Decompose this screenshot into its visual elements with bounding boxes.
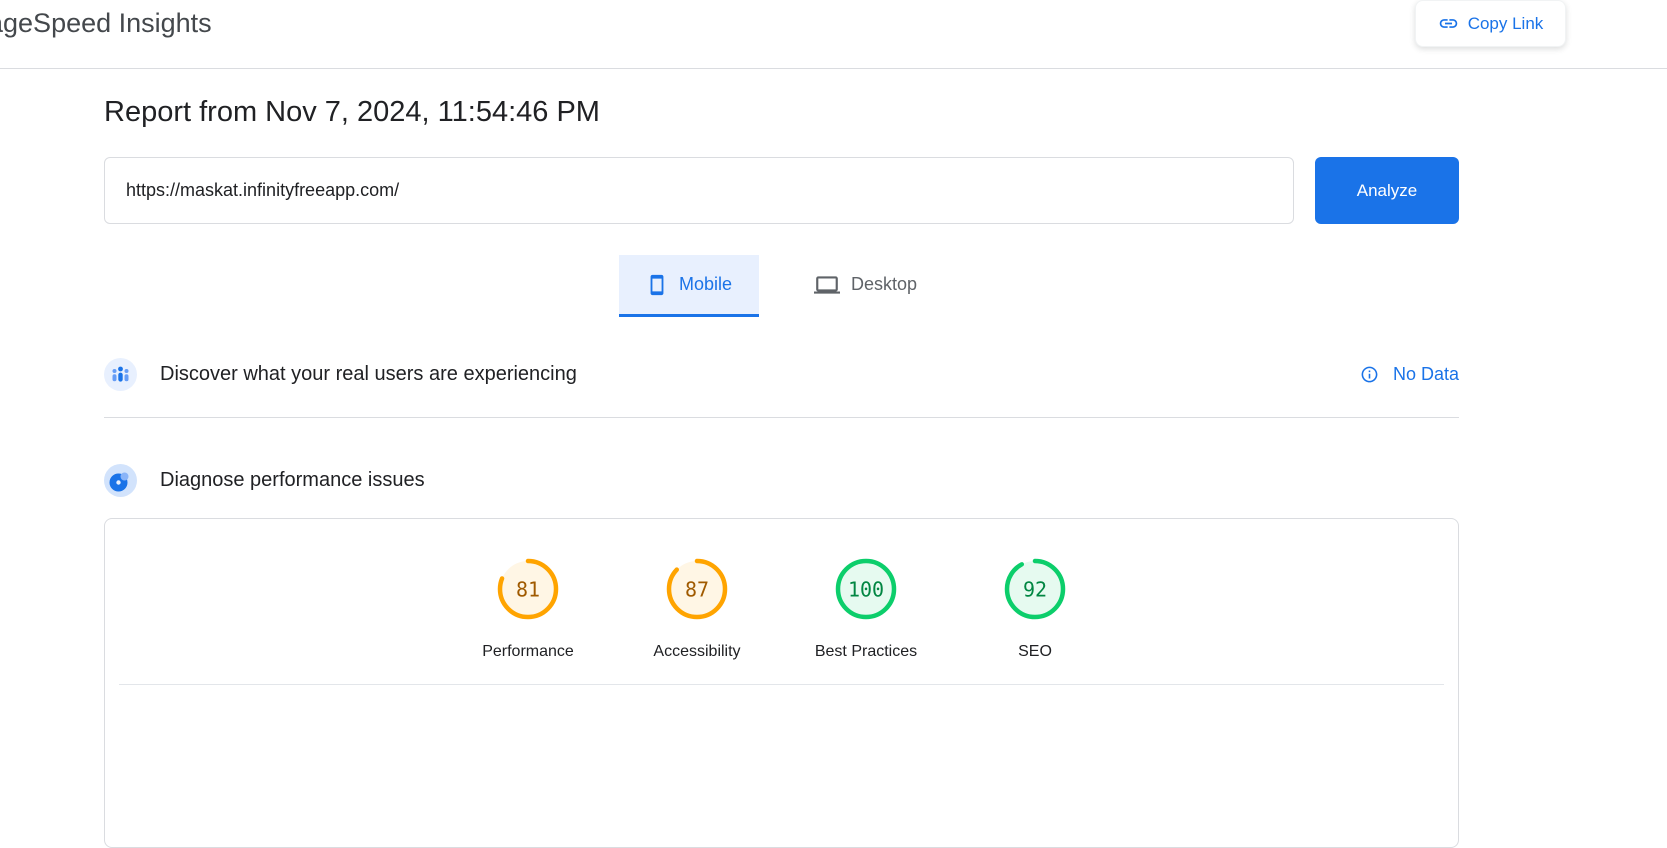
score-label: Performance <box>482 643 574 661</box>
svg-text:87: 87 <box>685 578 709 602</box>
smartphone-icon <box>646 274 668 296</box>
speedometer-icon <box>104 464 137 497</box>
device-tabs: Mobile Desktop <box>104 255 1459 317</box>
copy-link-button[interactable]: Copy Link <box>1415 0 1566 47</box>
tab-desktop[interactable]: Desktop <box>787 255 944 317</box>
score-label: Accessibility <box>653 643 740 661</box>
score-ring-icon: 100 <box>833 556 899 622</box>
field-data-section: Discover what your real users are experi… <box>104 352 1459 397</box>
svg-text:81: 81 <box>516 578 540 602</box>
real-users-icon <box>104 358 137 391</box>
svg-text:92: 92 <box>1023 578 1047 602</box>
analyze-button[interactable]: Analyze <box>1315 157 1459 224</box>
section-divider <box>104 417 1459 418</box>
no-data-label: No Data <box>1393 364 1459 385</box>
score-gauge-accessibility[interactable]: 87 Accessibility <box>613 556 782 661</box>
copy-link-label: Copy Link <box>1468 14 1544 34</box>
score-ring-icon: 92 <box>1002 556 1068 622</box>
laptop-icon <box>814 272 840 298</box>
report-heading: Report from Nov 7, 2024, 11:54:46 PM <box>104 96 600 129</box>
score-label: SEO <box>1018 643 1052 661</box>
scores-card: 81 Performance 87 Accessibility 100 Best Prac… <box>104 518 1459 848</box>
tab-desktop-label: Desktop <box>851 274 917 295</box>
tab-mobile[interactable]: Mobile <box>619 255 759 317</box>
field-data-title: Discover what your real users are experi… <box>160 363 577 386</box>
score-gauges-row: 81 Performance 87 Accessibility 100 Best Prac… <box>105 556 1458 661</box>
tab-mobile-label: Mobile <box>679 274 732 295</box>
score-gauge-best-practices[interactable]: 100 Best Practices <box>782 556 951 661</box>
score-ring-icon: 81 <box>495 556 561 622</box>
lab-section: Diagnose performance issues <box>104 458 1459 503</box>
svg-text:100: 100 <box>848 578 884 602</box>
score-gauge-seo[interactable]: 92 SEO <box>951 556 1120 661</box>
score-gauge-performance[interactable]: 81 Performance <box>444 556 613 661</box>
score-label: Best Practices <box>815 643 917 661</box>
score-ring-icon: 87 <box>664 556 730 622</box>
no-data-link[interactable]: No Data <box>1360 364 1459 385</box>
lab-section-title: Diagnose performance issues <box>160 469 425 492</box>
info-icon[interactable] <box>1360 365 1379 384</box>
app-title[interactable]: PageSpeed Insights <box>0 8 212 39</box>
url-input[interactable] <box>104 157 1294 224</box>
link-icon <box>1438 13 1459 34</box>
card-divider <box>119 684 1444 685</box>
